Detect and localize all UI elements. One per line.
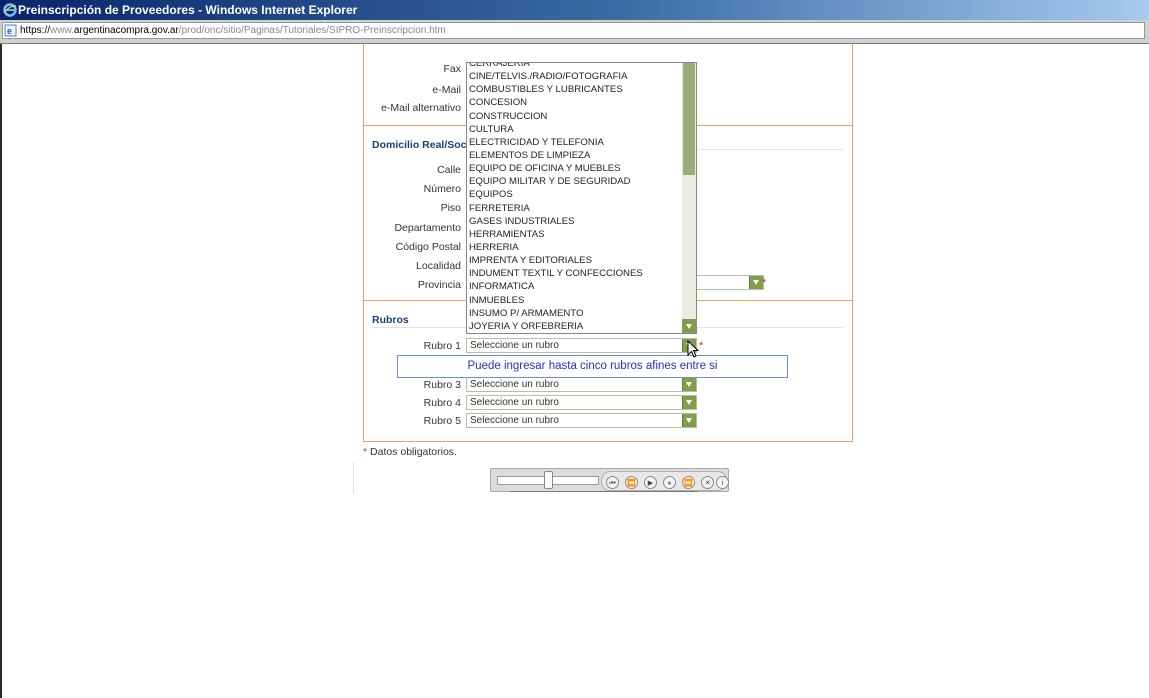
domicilio-title-rule bbox=[698, 149, 843, 150]
rewind-icon[interactable]: ⏪ bbox=[625, 476, 638, 489]
player-button-group: ⏮ ⏪ ▶ ⏸ ⏩ ✕ i bbox=[601, 471, 729, 491]
dropdown-options: CERRAJERIA CINE/TELVIS./RADIO/FOTOGRAFIA C… bbox=[467, 63, 696, 333]
rubro-3-select[interactable]: Seleccione un rubro bbox=[466, 377, 697, 392]
dropdown-option[interactable]: CERRAJERIA bbox=[467, 63, 696, 70]
provincia-label: Provincia bbox=[417, 279, 461, 291]
email-label: e-Mail bbox=[432, 84, 461, 96]
pause-icon[interactable]: ⏸ bbox=[663, 476, 676, 489]
dropdown-option[interactable]: JOYERIA Y ORFEBRERIA bbox=[467, 320, 696, 333]
window-left-border bbox=[0, 44, 2, 698]
rubros-tooltip: Puede ingresar hasta cinco rubros afines… bbox=[397, 355, 788, 378]
dropdown-option[interactable]: IMPRENTA Y EDITORIALES bbox=[467, 254, 696, 267]
dropdown-option[interactable]: CULTURA bbox=[467, 123, 696, 136]
rubro-5-value: Seleccione un rubro bbox=[470, 415, 559, 426]
form-left-guide bbox=[353, 462, 354, 494]
calle-label: Calle bbox=[437, 164, 461, 176]
rewind-start-icon[interactable]: ⏮ bbox=[606, 476, 619, 489]
footnote-required-mark: * bbox=[363, 446, 368, 458]
domicilio-section-title: Domicilio Real/Soci bbox=[372, 139, 470, 151]
dropdown-option[interactable]: EQUIPO MILITAR Y DE SEGURIDAD bbox=[467, 175, 696, 188]
codigo-postal-label: Código Postal bbox=[395, 241, 461, 253]
dropdown-option[interactable]: HERRERIA bbox=[467, 241, 696, 254]
chevron-down-icon[interactable] bbox=[682, 378, 696, 391]
email-alt-label: e-Mail alternativo bbox=[381, 102, 461, 114]
fast-forward-icon[interactable]: ⏩ bbox=[682, 476, 695, 489]
info-icon[interactable]: i bbox=[716, 476, 729, 489]
rubro-5-select[interactable]: Seleccione un rubro bbox=[466, 413, 697, 428]
window-title-bar: Preinscripción de Proveedores - Windows … bbox=[0, 0, 1149, 20]
rubro-3-value: Seleccione un rubro bbox=[470, 379, 559, 390]
url-scheme: https:// bbox=[20, 25, 51, 36]
rubro-4-select[interactable]: Seleccione un rubro bbox=[466, 395, 697, 410]
rubro-3-label: Rubro 3 bbox=[423, 379, 461, 391]
rubro-dropdown-list[interactable]: CERRAJERIA CINE/TELVIS./RADIO/FOTOGRAFIA C… bbox=[466, 62, 697, 334]
mouse-cursor-icon bbox=[687, 340, 699, 358]
rubro-5-label: Rubro 5 bbox=[423, 415, 461, 427]
scrollbar-thumb[interactable] bbox=[683, 63, 695, 175]
dropdown-option[interactable]: FERRETERIA bbox=[467, 202, 696, 215]
rubro-4-label: Rubro 4 bbox=[423, 397, 461, 409]
chevron-down-icon[interactable] bbox=[682, 396, 696, 409]
numero-label: Número bbox=[423, 183, 461, 195]
window-title: Preinscripción de Proveedores - Windows … bbox=[18, 3, 358, 17]
player-underline bbox=[510, 491, 698, 492]
scroll-down-icon[interactable] bbox=[682, 319, 696, 333]
url-field[interactable]: e https://www.argentinacompra.gov.ar/pro… bbox=[2, 22, 1145, 39]
dropdown-option[interactable]: INMUEBLES bbox=[467, 294, 696, 307]
tutorial-player-controls: ⏮ ⏪ ▶ ⏸ ⏩ ✕ i bbox=[490, 468, 729, 492]
svg-text:e: e bbox=[7, 26, 12, 36]
chevron-down-icon[interactable] bbox=[749, 276, 763, 289]
frame-right-border bbox=[852, 44, 853, 442]
piso-label: Piso bbox=[440, 202, 461, 214]
dropdown-option[interactable]: EQUIPO DE OFICINA Y MUEBLES bbox=[467, 162, 696, 175]
dropdown-scrollbar[interactable] bbox=[682, 63, 696, 333]
url-text: https://www.argentinacompra.gov.ar/prod/… bbox=[20, 23, 446, 38]
section-divider-3 bbox=[363, 441, 853, 442]
address-bar: e https://www.argentinacompra.gov.ar/pro… bbox=[0, 20, 1149, 44]
localidad-label: Localidad bbox=[416, 260, 461, 272]
dropdown-option[interactable]: HERRAMIENTAS bbox=[467, 228, 696, 241]
dropdown-option[interactable]: GASES INDUSTRIALES bbox=[467, 215, 696, 228]
dropdown-option[interactable]: INFORMATICA bbox=[467, 280, 696, 293]
dropdown-option[interactable]: CINE/TELVIS./RADIO/FOTOGRAFIA bbox=[467, 70, 696, 83]
footnote-text: Datos obligatorios. bbox=[370, 446, 457, 458]
rubro-4-value: Seleccione un rubro bbox=[470, 397, 559, 408]
dropdown-option[interactable]: CONSTRUCCION bbox=[467, 110, 696, 123]
provincia-select[interactable] bbox=[689, 275, 764, 290]
page-icon: e bbox=[4, 24, 17, 37]
dropdown-option[interactable]: INSUMO P/ ARMAMENTO bbox=[467, 307, 696, 320]
close-icon[interactable]: ✕ bbox=[701, 476, 714, 489]
rubro-1-required-mark: * bbox=[699, 340, 704, 352]
rubro-1-label: Rubro 1 bbox=[423, 340, 461, 352]
rubros-section-title: Rubros bbox=[372, 314, 409, 326]
departamento-label: Departamento bbox=[394, 222, 461, 234]
chevron-down-icon[interactable] bbox=[682, 414, 696, 427]
url-host: argentinacompra.gov.ar bbox=[73, 25, 179, 36]
play-icon[interactable]: ▶ bbox=[644, 476, 657, 489]
dropdown-option[interactable]: ELEMENTOS DE LIMPIEZA bbox=[467, 149, 696, 162]
dropdown-option[interactable]: EQUIPOS bbox=[467, 188, 696, 201]
dropdown-option[interactable]: ELECTRICIDAD Y TELEFONIA bbox=[467, 136, 696, 149]
dropdown-option[interactable]: COMBUSTIBLES Y LUBRICANTES bbox=[467, 83, 696, 96]
url-path: /prod/onc/sitio/Paginas/Tutoriales/SIPRO… bbox=[178, 25, 446, 36]
player-seek-knob[interactable] bbox=[544, 471, 553, 489]
url-host-prefix: www. bbox=[50, 25, 74, 36]
rubro-1-value: Seleccione un rubro bbox=[470, 340, 559, 351]
dropdown-option[interactable]: CONCESION bbox=[467, 96, 696, 109]
required-footnote: * Datos obligatorios. bbox=[363, 446, 457, 458]
provincia-required-mark: * bbox=[762, 277, 767, 289]
rubro-1-select[interactable]: Seleccione un rubro bbox=[466, 338, 697, 353]
dropdown-option[interactable]: INDUMENT TEXTIL Y CONFECCIONES bbox=[467, 267, 696, 280]
fax-label: Fax bbox=[443, 63, 461, 75]
ie-logo-icon bbox=[3, 3, 17, 17]
